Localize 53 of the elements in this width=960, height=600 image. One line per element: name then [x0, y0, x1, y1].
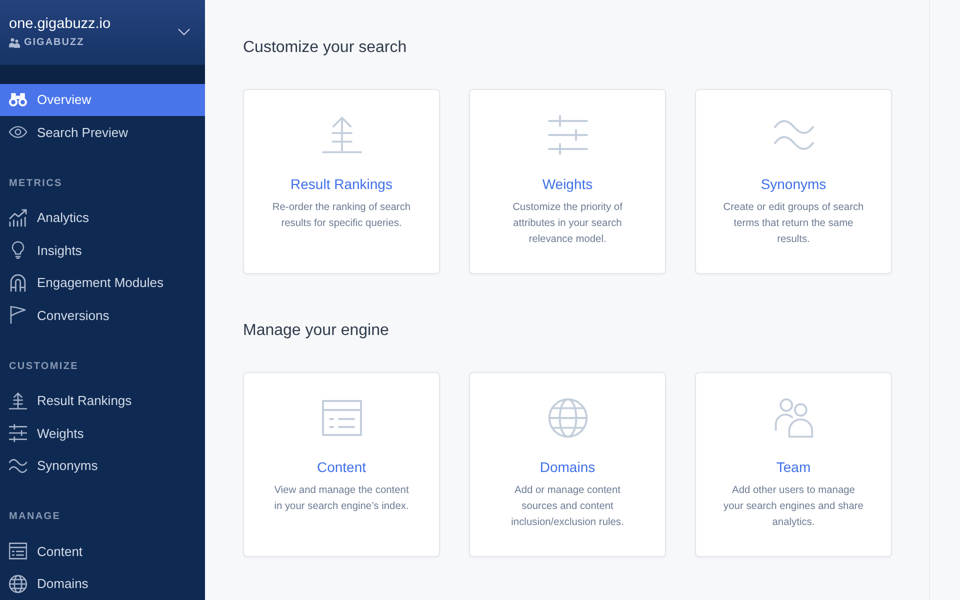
feature-card[interactable]: Domains Add or manage content sources and content inclusion/exclusion rules.: [469, 372, 666, 557]
people-icon: [774, 398, 814, 438]
section-heading: Customize your search: [243, 38, 408, 58]
sidebar-item[interactable]: Overview: [0, 84, 205, 116]
lightbulb-icon: [9, 241, 27, 260]
section-heading: Manage your engine: [243, 321, 390, 341]
sidebar-item[interactable]: Search Preview: [0, 116, 205, 148]
sidebar-item[interactable]: Insights: [0, 234, 205, 266]
binoculars-icon: [9, 90, 27, 109]
card-title: Synonyms: [760, 175, 826, 194]
card-title: Content: [316, 458, 366, 477]
sidebar-item[interactable]: Synonyms: [0, 450, 205, 482]
section-label: METRICS: [8, 176, 64, 190]
sidebar-item[interactable]: Analytics: [0, 202, 205, 234]
organization-name: GIGABUZZ: [24, 36, 84, 50]
card-description: Add or manage content sources and content inclusion/exclusion rules.: [510, 484, 625, 530]
card-description: View and manage the content in your search engine’s index.: [273, 484, 410, 514]
waves-icon: [9, 456, 27, 475]
arch-icon: [9, 274, 27, 292]
card-title: Result Rankings: [290, 175, 392, 194]
sidebar-item[interactable]: Content: [0, 535, 205, 568]
sidebar-item[interactable]: Weights: [0, 417, 205, 450]
card-description: Add other users to manage your search engines and share analytics.: [722, 484, 864, 530]
feature-card[interactable]: Weights Customize the priority of attributes in your search relevance model.: [469, 89, 666, 274]
feature-card[interactable]: Content View and manage the content in your search engine’s index.: [243, 372, 440, 557]
sidebar-item[interactable]: Result Rankings: [0, 384, 205, 417]
sliders-icon: [9, 424, 27, 442]
section-label: MANAGE: [8, 510, 62, 524]
flag-icon: [9, 306, 27, 324]
card-description: Re-order the ranking of search results for specific queries.: [271, 201, 412, 231]
card-title: Weights: [542, 175, 593, 194]
sidebar-item[interactable]: Engagement Modules: [0, 266, 205, 299]
feature-card[interactable]: Team Add other users to manage your search engines and share analytics.: [695, 372, 892, 557]
list-icon: [9, 542, 27, 560]
list-icon: [322, 398, 362, 438]
account-domain: one.gigabuzz.io: [9, 15, 111, 34]
sliders-icon: [548, 115, 588, 155]
chart-icon: [9, 208, 27, 227]
globe-icon: [9, 574, 27, 593]
account-header[interactable]: one.gigabuzz.io GIGABUZZ: [0, 0, 205, 65]
sidebar-item[interactable]: Domains: [0, 568, 205, 600]
arrow-up-icon: [322, 115, 362, 155]
feature-card[interactable]: Result Rankings Re-order the ranking of search results for specific queries.: [243, 89, 440, 274]
card-title: Domains: [540, 458, 596, 477]
card-description: Create or edit groups of search terms that return the same results.: [722, 201, 865, 247]
sidebar-item[interactable]: Conversions: [0, 299, 205, 332]
card-title: Team: [776, 458, 811, 477]
feature-card[interactable]: Synonyms Create or edit groups of search terms that return the same results.: [695, 89, 892, 274]
arrow-up-icon: [9, 392, 27, 410]
section-label: CUSTOMIZE: [8, 360, 80, 374]
card-description: Customize the priority of attributes in your search relevance model.: [512, 201, 624, 247]
people-icon: [9, 38, 20, 48]
globe-icon: [548, 398, 588, 438]
